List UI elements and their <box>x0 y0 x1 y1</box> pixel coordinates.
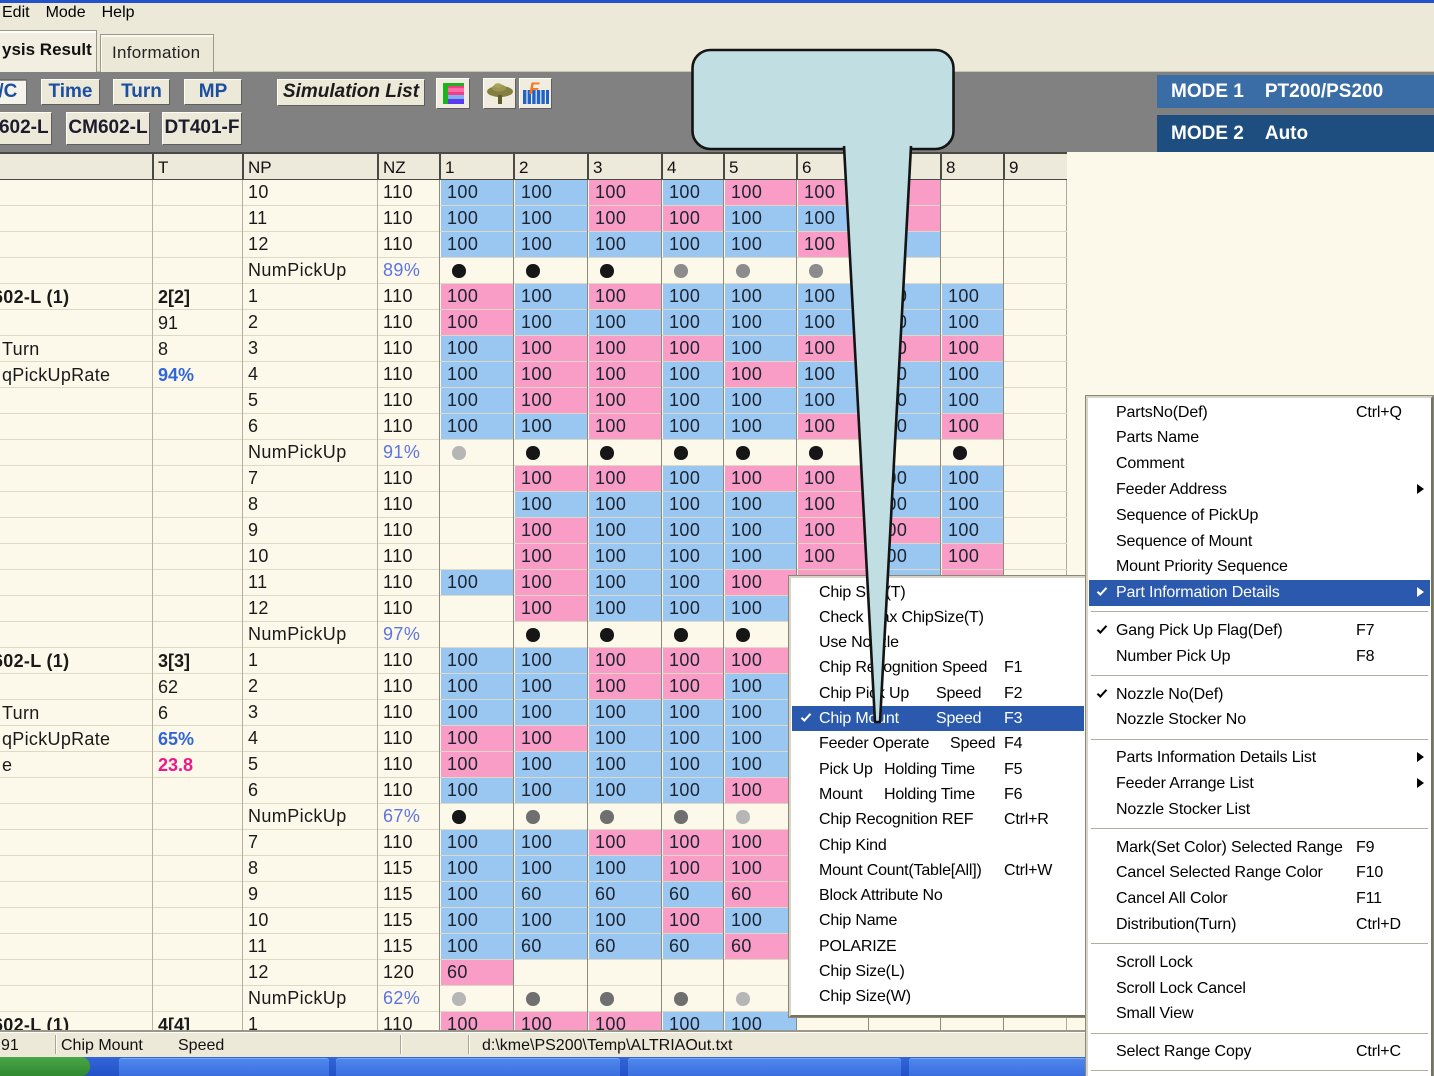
svg-text:F: F <box>529 80 540 98</box>
